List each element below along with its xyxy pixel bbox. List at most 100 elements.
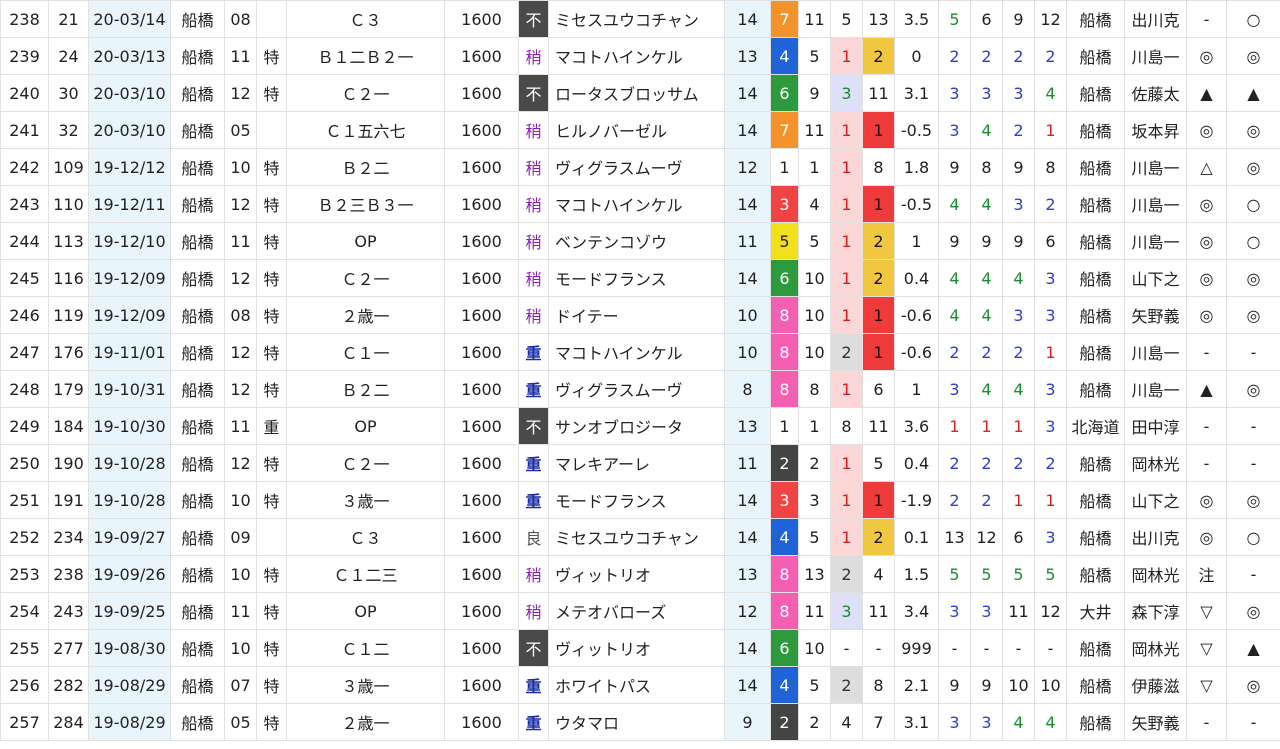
- table-row[interactable]: 243 110 19-12/11 船橋 12 特 Ｂ２三Ｂ３一 1600 稍マコトハインケル 14…: [0, 185, 1280, 223]
- corner-2-cell: 12: [970, 518, 1003, 556]
- table-row[interactable]: 246 119 19-12/09 船橋 08 特 ２歳一 1600 稍ドイテー 10 8 10 1 1 -0…: [0, 296, 1280, 334]
- corner-4-cell: 1: [1034, 481, 1067, 519]
- race-grade-cell: 特: [256, 259, 287, 297]
- entry-no-cell: 277: [48, 629, 89, 667]
- table-row[interactable]: 252 234 19-09/27 船橋 09 Ｃ３ 1600 良ミセスユウコチャン 14 4 5 1 2…: [0, 518, 1280, 556]
- race-grade-cell: 特: [256, 222, 287, 260]
- track-name-cell: 船橋: [170, 148, 225, 186]
- head-count-cell: 12: [724, 592, 771, 630]
- corner-3-cell: 9: [1002, 148, 1035, 186]
- time-diff-cell: 2.1: [894, 666, 939, 704]
- venue-cell: 船橋: [1066, 0, 1125, 38]
- race-class-cell: Ｂ２三Ｂ３一: [286, 185, 445, 223]
- mark-1-cell: -: [1186, 333, 1227, 371]
- race-class-cell: Ｃ１五六七: [286, 111, 445, 149]
- jockey-name-cell: 岡林光: [1124, 444, 1187, 482]
- corner-1-cell: 3: [938, 111, 971, 149]
- mark-2-cell: ◎: [1226, 37, 1280, 75]
- jockey-name-cell: 矢野義: [1124, 703, 1187, 741]
- finish-rank-cell: 13: [862, 0, 895, 38]
- horse-name-cell: モードフランス: [548, 259, 725, 297]
- track-condition-cell: 不: [518, 0, 549, 38]
- entry-no-cell: 24: [48, 37, 89, 75]
- table-row[interactable]: 240 30 20-03/10 船橋 12 特 Ｃ２一 1600 不ロータスブロッサム 14 6 9 3…: [0, 74, 1280, 112]
- gate-number-cell: 6: [770, 629, 799, 667]
- table-row[interactable]: 238 21 20-03/14 船橋 08 Ｃ３ 1600 不ミセスユウコチャン 14 7 11 5 1…: [0, 0, 1280, 38]
- corner-1-cell: 4: [938, 185, 971, 223]
- table-row[interactable]: 247 176 19-11/01 船橋 12 特 Ｃ１一 1600 重マコトハインケル 10 8 10…: [0, 333, 1280, 371]
- finish-rank-cell: 7: [862, 703, 895, 741]
- finish-rank-cell: 11: [862, 407, 895, 445]
- race-grade-cell: [256, 518, 287, 556]
- corner-2-cell: 3: [970, 74, 1003, 112]
- jockey-name-cell: 佐藤太: [1124, 74, 1187, 112]
- race-grade-cell: 特: [256, 629, 287, 667]
- table-row[interactable]: 245 116 19-12/09 船橋 12 特 Ｃ２一 1600 稍モードフランス 14 6 10 1…: [0, 259, 1280, 297]
- corner-2-cell: 6: [970, 0, 1003, 38]
- track-name-cell: 船橋: [170, 111, 225, 149]
- corner-3-cell: 11: [1002, 592, 1035, 630]
- table-row[interactable]: 250 190 19-10/28 船橋 12 特 Ｃ２一 1600 重マレキアーレ 11 2 2 1 5 0…: [0, 444, 1280, 482]
- table-row[interactable]: 256 282 19-08/29 船橋 07 特 ３歳一 1600 重ホワイトパス 14 4 5 2 8 2…: [0, 666, 1280, 704]
- corner-3-cell: 3: [1002, 185, 1035, 223]
- horse-number-cell: 1: [798, 407, 831, 445]
- gate-number-cell: 4: [770, 518, 799, 556]
- race-grade-cell: 特: [256, 370, 287, 408]
- table-row[interactable]: 251 191 19-10/28 船橋 10 特 ３歳一 1600 重モードフランス 14 3 3 1 1…: [0, 481, 1280, 519]
- row-no-cell: 254: [0, 592, 49, 630]
- horse-name-cell: ヒルノバーゼル: [548, 111, 725, 149]
- finish-rank-cell: 2: [862, 222, 895, 260]
- table-row[interactable]: 255 277 19-08/30 船橋 10 特 Ｃ１二 1600 不ヴィットリオ 14 6 10- -…: [0, 629, 1280, 667]
- jockey-name-cell: 岡林光: [1124, 555, 1187, 593]
- popularity-cell: 1: [830, 296, 863, 334]
- horse-name-cell: ヴィグラスムーヴ: [548, 370, 725, 408]
- race-class-cell: Ｃ３: [286, 0, 445, 38]
- race-grade-cell: 特: [256, 666, 287, 704]
- jockey-name-cell: 川島一: [1124, 333, 1187, 371]
- race-class-cell: Ｃ１二: [286, 629, 445, 667]
- gate-number-cell: 7: [770, 111, 799, 149]
- horse-name-cell: ロータスブロッサム: [548, 74, 725, 112]
- jockey-name-cell: 出川克: [1124, 518, 1187, 556]
- race-date-cell: 19-10/28: [88, 444, 171, 482]
- time-diff-cell: -0.5: [894, 185, 939, 223]
- table-row[interactable]: 239 24 20-03/13 船橋 11 特 Ｂ１二Ｂ２一 1600 稍マコトハインケル 13 4…: [0, 37, 1280, 75]
- entry-no-cell: 190: [48, 444, 89, 482]
- finish-rank-cell: 5: [862, 444, 895, 482]
- table-row[interactable]: 244 113 19-12/10 船橋 11 特 OP 1600 稍ベンテンコゾウ 11 5 5 1 2 1…: [0, 222, 1280, 260]
- table-row[interactable]: 248 179 19-10/31 船橋 12 特 Ｂ２二 1600 重ヴィグラスムーヴ 8 8 8 1 6…: [0, 370, 1280, 408]
- time-diff-cell: 0.4: [894, 259, 939, 297]
- table-row[interactable]: 249 184 19-10/30 船橋 11 重 OP 1600 不サンオブロジータ 13 1 1 8 1…: [0, 407, 1280, 445]
- corner-4-cell: 4: [1034, 703, 1067, 741]
- gate-number-cell: 1: [770, 148, 799, 186]
- table-row[interactable]: 254 243 19-09/25 船橋 11 特 OP 1600 稍メテオバローズ 12 8 11 3 1…: [0, 592, 1280, 630]
- race-date-cell: 19-12/10: [88, 222, 171, 260]
- table-row[interactable]: 241 32 20-03/10 船橋 05 Ｃ１五六七 1600 稍ヒルノバーゼル 14 7 11 1…: [0, 111, 1280, 149]
- distance-cell: 1600: [444, 222, 519, 260]
- race-grade-cell: 特: [256, 703, 287, 741]
- time-diff-cell: 0: [894, 37, 939, 75]
- table-row[interactable]: 257 284 19-08/29 船橋 05 特 ２歳一 1600 重ウタマロ 9 2 2 4 7 3.1 3…: [0, 703, 1280, 741]
- mark-2-cell: ◎: [1226, 370, 1280, 408]
- track-condition-cell: 重: [518, 370, 549, 408]
- mark-2-cell: ◎: [1226, 111, 1280, 149]
- popularity-cell: 1: [830, 111, 863, 149]
- corner-4-cell: 4: [1034, 74, 1067, 112]
- table-row[interactable]: 253 238 19-09/26 船橋 10 特 Ｃ１二三 1600 稍ヴィットリオ 13 8 13 2…: [0, 555, 1280, 593]
- table-row[interactable]: 242 109 19-12/12 船橋 10 特 Ｂ２二 1600 稍ヴィグラスムーヴ 12 1 1 1…: [0, 148, 1280, 186]
- popularity-cell: 2: [830, 555, 863, 593]
- corner-1-cell: 9: [938, 222, 971, 260]
- venue-cell: 船橋: [1066, 629, 1125, 667]
- venue-cell: 船橋: [1066, 296, 1125, 334]
- distance-cell: 1600: [444, 407, 519, 445]
- horse-name-cell: マコトハインケル: [548, 333, 725, 371]
- jockey-name-cell: 伊藤滋: [1124, 666, 1187, 704]
- mark-2-cell: ▲: [1226, 629, 1280, 667]
- entry-no-cell: 113: [48, 222, 89, 260]
- race-grade-cell: 特: [256, 296, 287, 334]
- jockey-name-cell: 岡林光: [1124, 629, 1187, 667]
- popularity-cell: 1: [830, 148, 863, 186]
- horse-name-cell: ベンテンコゾウ: [548, 222, 725, 260]
- mark-2-cell: ▲: [1226, 74, 1280, 112]
- venue-cell: 船橋: [1066, 74, 1125, 112]
